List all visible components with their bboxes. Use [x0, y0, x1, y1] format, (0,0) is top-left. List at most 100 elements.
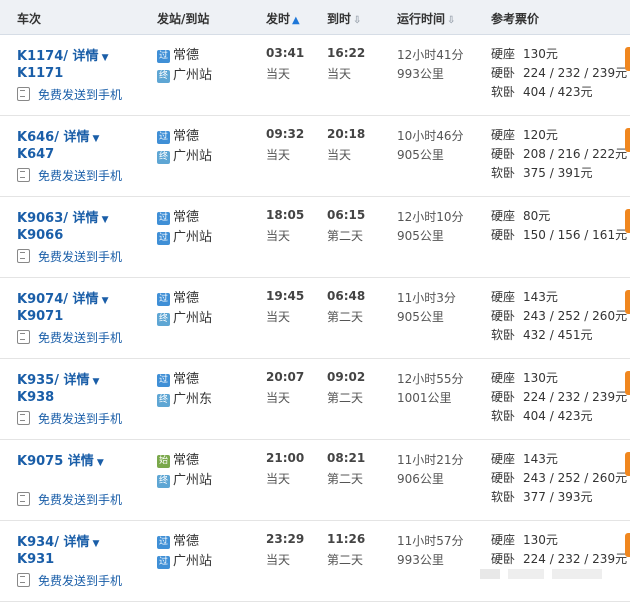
- departure-station: 过常德: [157, 530, 199, 549]
- train-number-link[interactable]: K934/ 详情 ▼: [17, 531, 99, 550]
- departure-day: 当天: [266, 310, 291, 324]
- book-tab[interactable]: [625, 128, 630, 152]
- arrival-day: 当天: [327, 67, 352, 81]
- train-code-alt[interactable]: K938: [17, 390, 54, 405]
- travel-distance: 993公里: [397, 553, 444, 567]
- details-link[interactable]: 详情: [64, 373, 90, 388]
- details-link[interactable]: 详情: [68, 454, 94, 469]
- train-number-link[interactable]: K9075 详情 ▼: [17, 450, 104, 469]
- seat-price: 130元: [523, 533, 558, 547]
- chevron-down-icon[interactable]: ▼: [102, 296, 109, 306]
- watermark: [480, 566, 610, 585]
- details-link[interactable]: 详情: [73, 49, 99, 64]
- train-code[interactable]: K9063/: [17, 211, 68, 226]
- seat-type: 软卧: [491, 409, 516, 423]
- train-number-link[interactable]: K9063/ 详情 ▼: [17, 207, 108, 226]
- train-code[interactable]: K646/: [17, 130, 59, 145]
- chevron-down-icon[interactable]: ▼: [93, 134, 100, 144]
- arrival-time: 06:48: [327, 289, 366, 303]
- fare-line: 硬卧 243 / 252 / 260元: [491, 307, 627, 324]
- train-number-link[interactable]: K646/ 详情 ▼: [17, 126, 99, 145]
- fare-line: 硬座 80元: [491, 207, 550, 224]
- departure-day: 当天: [266, 553, 291, 567]
- book-tab[interactable]: [625, 371, 630, 395]
- sort-desc-icon[interactable]: ⇩: [447, 15, 455, 26]
- train-code[interactable]: K9074/: [17, 292, 68, 307]
- train-code-alt[interactable]: K1171: [17, 66, 63, 81]
- departure-station: 过常德: [157, 125, 199, 144]
- send-to-phone-label[interactable]: 免费发送到手机: [38, 493, 122, 507]
- details-link[interactable]: 详情: [73, 211, 99, 226]
- send-to-phone-link[interactable]: 免费发送到手机: [17, 86, 122, 103]
- send-to-phone-link[interactable]: 免费发送到手机: [17, 248, 122, 265]
- send-to-phone-link[interactable]: 免费发送到手机: [17, 410, 122, 427]
- train-code[interactable]: K1174/: [17, 49, 68, 64]
- seat-type: 软卧: [491, 328, 516, 342]
- train-code-alt[interactable]: K9071: [17, 309, 63, 324]
- travel-duration: 12小时55分: [397, 372, 464, 386]
- details-link[interactable]: 详情: [64, 130, 90, 145]
- train-code[interactable]: K935/: [17, 373, 59, 388]
- send-to-phone-label[interactable]: 免费发送到手机: [38, 250, 122, 264]
- fare-line: 软卧 432 / 451元: [491, 326, 593, 343]
- travel-distance: 993公里: [397, 67, 444, 81]
- arrival-day: 第二天: [327, 391, 364, 405]
- header-stations: 发站/到站: [157, 12, 210, 26]
- header-train: 车次: [17, 12, 42, 26]
- arrival-station: 终广州东: [157, 388, 212, 407]
- header-duration[interactable]: 运行时间 ⇩: [397, 10, 455, 27]
- seat-price: 404 / 423元: [523, 85, 593, 99]
- send-to-phone-label[interactable]: 免费发送到手机: [38, 331, 122, 345]
- book-tab[interactable]: [625, 209, 630, 233]
- sort-asc-icon[interactable]: ▲: [292, 15, 300, 26]
- details-link[interactable]: 详情: [73, 292, 99, 307]
- seat-price: 224 / 232 / 239元: [523, 552, 628, 566]
- arrival-station: 终广州站: [157, 307, 212, 326]
- send-to-phone-link[interactable]: 免费发送到手机: [17, 329, 122, 346]
- arrival-day: 第二天: [327, 553, 364, 567]
- sort-desc-icon[interactable]: ⇩: [353, 15, 361, 26]
- phone-icon: [17, 87, 30, 101]
- train-code[interactable]: K9075: [17, 454, 63, 469]
- chevron-down-icon[interactable]: ▼: [102, 53, 109, 63]
- send-to-phone-link[interactable]: 免费发送到手机: [17, 167, 122, 184]
- header-depart[interactable]: 发时 ▲: [266, 10, 300, 27]
- station-name: 常德: [173, 291, 200, 306]
- train-code-alt[interactable]: K931: [17, 552, 54, 567]
- station-badge-icon: 始: [157, 455, 170, 468]
- departure-day: 当天: [266, 148, 291, 162]
- station-badge-icon: 过: [157, 212, 170, 225]
- train-number-link[interactable]: K1174/ 详情 ▼: [17, 45, 108, 64]
- send-to-phone-label[interactable]: 免费发送到手机: [38, 412, 122, 426]
- train-code-alt[interactable]: K9066: [17, 228, 63, 243]
- fare-line: 硬座 130元: [491, 45, 558, 62]
- book-tab[interactable]: [625, 47, 630, 71]
- departure-time: 09:32: [266, 127, 305, 141]
- send-to-phone-link[interactable]: 免费发送到手机: [17, 572, 122, 589]
- chevron-down-icon[interactable]: ▼: [97, 458, 104, 468]
- book-tab[interactable]: [625, 533, 630, 557]
- seat-type: 硬卧: [491, 471, 516, 485]
- send-to-phone-link[interactable]: 免费发送到手机: [17, 491, 122, 508]
- send-to-phone-label[interactable]: 免费发送到手机: [38, 574, 122, 588]
- send-to-phone-label[interactable]: 免费发送到手机: [38, 169, 122, 183]
- seat-price: 130元: [523, 47, 558, 61]
- arrival-day: 当天: [327, 148, 352, 162]
- seat-type: 硬座: [491, 533, 516, 547]
- train-number-link[interactable]: K935/ 详情 ▼: [17, 369, 99, 388]
- book-tab[interactable]: [625, 452, 630, 476]
- train-code[interactable]: K934/: [17, 535, 59, 550]
- chevron-down-icon[interactable]: ▼: [93, 377, 100, 387]
- chevron-down-icon[interactable]: ▼: [93, 539, 100, 549]
- header-arrive[interactable]: 到时 ⇩: [327, 10, 361, 27]
- train-code-alt[interactable]: K647: [17, 147, 54, 162]
- details-link[interactable]: 详情: [64, 535, 90, 550]
- train-number-link[interactable]: K9074/ 详情 ▼: [17, 288, 108, 307]
- seat-price: 224 / 232 / 239元: [523, 66, 628, 80]
- send-to-phone-label[interactable]: 免费发送到手机: [38, 88, 122, 102]
- chevron-down-icon[interactable]: ▼: [102, 215, 109, 225]
- travel-distance: 905公里: [397, 229, 444, 243]
- station-badge-icon: 过: [157, 293, 170, 306]
- arrival-station: 过广州站: [157, 226, 212, 245]
- book-tab[interactable]: [625, 290, 630, 314]
